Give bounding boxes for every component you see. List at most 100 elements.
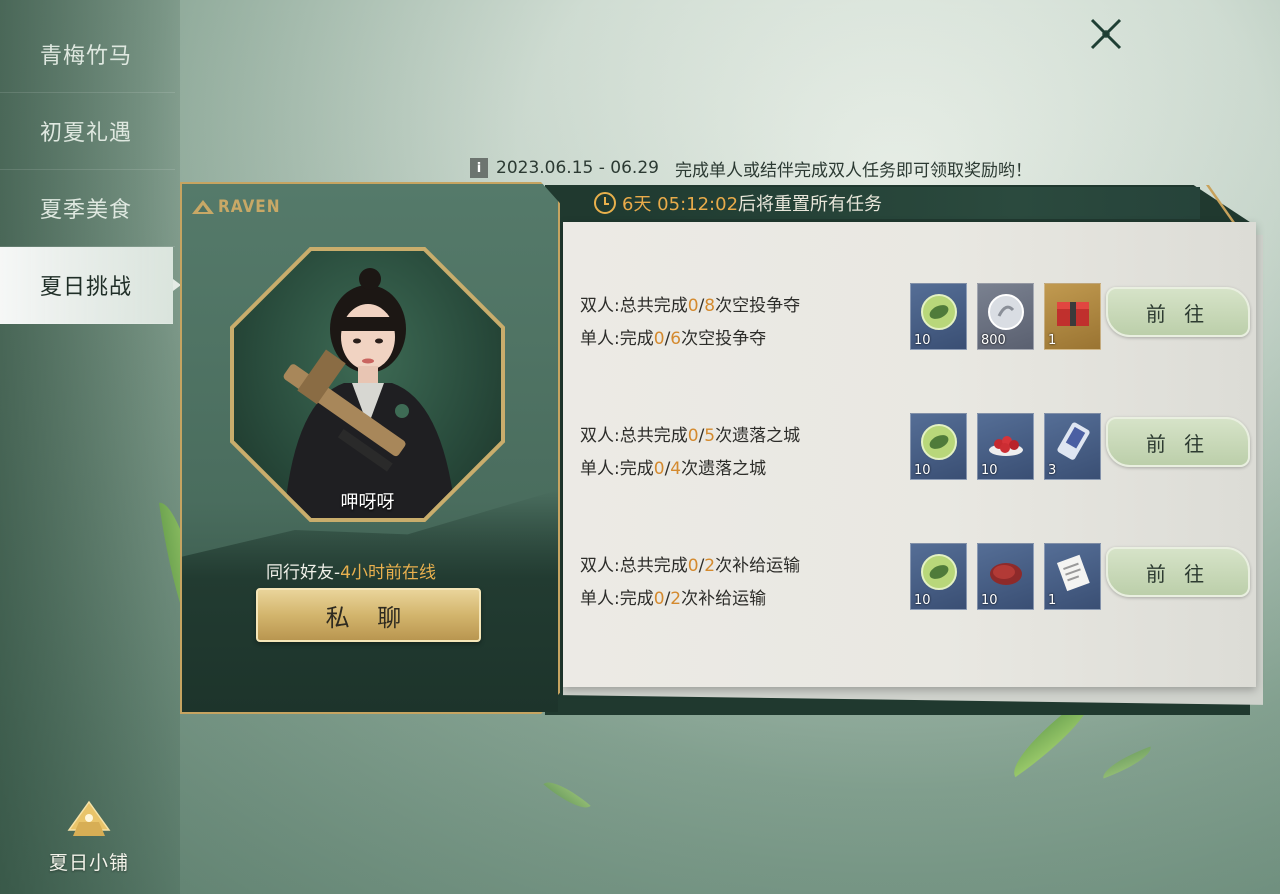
reward-quantity: 10	[914, 463, 931, 478]
duo-suffix: 次空投争夺	[715, 296, 801, 316]
reward-list: 10 10 3	[910, 413, 1101, 480]
friend-prefix: 同行好友-	[266, 563, 341, 583]
reward-quantity: 10	[981, 593, 998, 608]
sidebar: 青梅竹马 初夏礼遇 夏季美食 夏日挑战	[0, 16, 181, 324]
duo-done-count: 0	[687, 426, 699, 446]
private-chat-button[interactable]: 私 聊	[256, 588, 481, 642]
sidebar-item-summer-challenge[interactable]: 夏日挑战	[0, 247, 181, 324]
solo-suffix: 次空投争夺	[681, 329, 767, 349]
summer-shop-button[interactable]: 夏日小铺	[44, 800, 134, 875]
friend-status: 同行好友-4小时前在线	[266, 558, 436, 583]
reset-countdown: 6天 05:12:02	[622, 194, 739, 215]
task-row: 双人:总共完成0/8次空投争夺 单人:完成0/6次空投争夺 10 800 1 前 往	[580, 283, 1250, 366]
steak-icon	[986, 552, 1026, 592]
reward-item[interactable]: 1	[1044, 283, 1101, 350]
sidebar-item-xiaji[interactable]: 夏季美食	[0, 170, 175, 247]
duo-prefix: 双人:总共完成	[580, 296, 688, 316]
sidebar-item-chuxia[interactable]: 初夏礼遇	[0, 93, 175, 170]
duo-prefix: 双人:总共完成	[580, 426, 688, 446]
solo-total-count: 6	[670, 329, 682, 349]
reward-item[interactable]: 10	[977, 543, 1034, 610]
clock-icon	[594, 192, 616, 214]
reward-quantity: 10	[914, 593, 931, 608]
character-portrait	[234, 251, 501, 518]
solo-prefix: 单人:完成	[580, 329, 654, 349]
raven-logo: RAVEN	[192, 197, 281, 217]
character-avatar-icon	[283, 268, 456, 518]
go-button-label: 前 往	[1145, 301, 1211, 326]
silver-coin-icon	[986, 292, 1026, 332]
reward-list: 10 800 1	[910, 283, 1101, 350]
go-button-label: 前 往	[1145, 561, 1211, 586]
event-description: 完成单人或结伴完成双人任务即可领取奖励哟！	[674, 160, 1032, 181]
solo-done-count: 0	[653, 459, 665, 479]
solo-done-count: 0	[653, 329, 665, 349]
reward-item[interactable]: 10	[910, 543, 967, 610]
raven-emblem-icon	[192, 200, 214, 214]
reward-item[interactable]: 10	[910, 413, 967, 480]
event-info-bar: i 2023.06.15 - 06.29 完成单人或结伴完成双人任务即可领取奖励…	[470, 155, 1032, 181]
reward-item[interactable]: 800	[977, 283, 1034, 350]
solo-suffix: 次遗落之城	[681, 459, 767, 479]
sidebar-item-label: 夏日挑战	[40, 275, 133, 300]
reward-item[interactable]: 1	[1044, 543, 1101, 610]
close-icon[interactable]	[1086, 14, 1126, 54]
task-row: 双人:总共完成0/2次补给运输 单人:完成0/2次补给运输 10 10 1 前 往	[580, 543, 1250, 626]
solo-task-text: 单人:完成0/2次补给运输	[580, 589, 767, 609]
event-date-range: 2023.06.15 - 06.29	[496, 158, 659, 178]
reward-item[interactable]: 10	[977, 413, 1034, 480]
ticket-card-icon	[1053, 422, 1093, 462]
reward-item[interactable]: 3	[1044, 413, 1101, 480]
reward-quantity: 10	[914, 333, 931, 348]
duo-total-count: 5	[704, 426, 716, 446]
friend-online-time: 4小时前在线	[340, 563, 436, 583]
sidebar-item-label: 夏季美食	[40, 198, 133, 223]
solo-done-count: 0	[653, 589, 665, 609]
shop-icon	[67, 800, 111, 836]
info-icon: i	[470, 158, 488, 178]
duo-task-text: 双人:总共完成0/5次遗落之城	[580, 426, 801, 446]
duo-task-text: 双人:总共完成0/8次空投争夺	[580, 296, 801, 316]
reward-quantity: 3	[1048, 463, 1057, 478]
reward-quantity: 800	[981, 333, 1006, 348]
duo-prefix: 双人:总共完成	[580, 556, 688, 576]
sidebar-item-label: 青梅竹马	[40, 44, 133, 69]
sidebar-item-qingmei[interactable]: 青梅竹马	[0, 16, 175, 93]
document-icon	[1053, 552, 1093, 592]
leaf-coin-icon	[919, 422, 959, 462]
reward-item[interactable]: 10	[910, 283, 967, 350]
solo-task-text: 单人:完成0/6次空投争夺	[580, 329, 767, 349]
cherries-icon	[986, 422, 1026, 462]
solo-task-text: 单人:完成0/4次遗落之城	[580, 459, 767, 479]
reset-text: 后将重置所有任务	[738, 194, 883, 215]
sidebar-item-label: 初夏礼遇	[40, 121, 133, 146]
private-chat-label: 私 聊	[325, 603, 412, 632]
go-button[interactable]: 前 往	[1106, 287, 1250, 337]
leaf-coin-icon	[919, 552, 959, 592]
reward-quantity: 1	[1048, 593, 1057, 608]
duo-suffix: 次遗落之城	[715, 426, 801, 446]
reward-quantity: 10	[981, 463, 998, 478]
character-name: 呷呀呀	[340, 492, 395, 513]
leaf-coin-icon	[919, 292, 959, 332]
task-row: 双人:总共完成0/5次遗落之城 单人:完成0/4次遗落之城 10 10 3 前 往	[580, 413, 1250, 496]
duo-done-count: 0	[687, 296, 699, 316]
reward-quantity: 1	[1048, 333, 1057, 348]
go-button[interactable]: 前 往	[1106, 417, 1250, 467]
supply-crate-icon	[1053, 292, 1093, 332]
shop-label: 夏日小铺	[48, 852, 129, 874]
reset-timer-bar: 6天 05:12:02 后将重置所有任务	[590, 187, 1200, 219]
duo-total-count: 8	[704, 296, 716, 316]
duo-total-count: 2	[704, 556, 716, 576]
go-button[interactable]: 前 往	[1106, 547, 1250, 597]
solo-prefix: 单人:完成	[580, 589, 654, 609]
go-button-label: 前 往	[1145, 431, 1211, 456]
raven-brand-text: RAVEN	[218, 197, 281, 217]
duo-task-text: 双人:总共完成0/2次补给运输	[580, 556, 801, 576]
solo-total-count: 2	[670, 589, 682, 609]
duo-done-count: 0	[687, 556, 699, 576]
solo-suffix: 次补给运输	[681, 589, 767, 609]
duo-suffix: 次补给运输	[715, 556, 801, 576]
solo-total-count: 4	[670, 459, 682, 479]
reward-list: 10 10 1	[910, 543, 1101, 610]
